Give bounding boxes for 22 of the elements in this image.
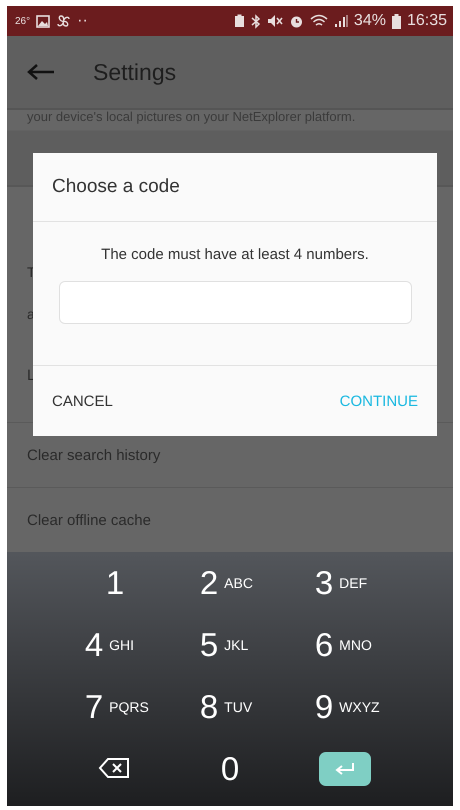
dialog-message: The code must have at least 4 numbers. bbox=[101, 246, 369, 263]
temperature-text: 26° bbox=[15, 16, 30, 26]
enter-arrow-icon bbox=[334, 762, 356, 776]
code-input-field[interactable] bbox=[58, 281, 412, 324]
dialog-title: Choose a code bbox=[52, 176, 180, 198]
battery-icon bbox=[392, 14, 401, 28]
alarm-icon bbox=[288, 14, 304, 28]
enter-button[interactable] bbox=[319, 752, 371, 786]
page-title: Settings bbox=[93, 58, 176, 86]
battery-percent: 34% bbox=[354, 12, 386, 30]
mute-icon bbox=[266, 14, 283, 28]
bluetooth-icon bbox=[250, 14, 261, 28]
signal-icon bbox=[334, 14, 348, 28]
key-button[interactable]: 0 bbox=[220, 741, 240, 797]
key-button[interactable]: 1 bbox=[106, 555, 124, 611]
clock-time: 16:35 bbox=[406, 12, 447, 30]
fan-icon bbox=[56, 14, 72, 28]
wifi-icon bbox=[310, 14, 328, 28]
image-icon bbox=[36, 14, 50, 28]
cancel-button[interactable]: CANCEL bbox=[52, 388, 113, 414]
notification-dots: ·· bbox=[77, 12, 88, 30]
back-arrow-icon[interactable] bbox=[27, 63, 55, 81]
